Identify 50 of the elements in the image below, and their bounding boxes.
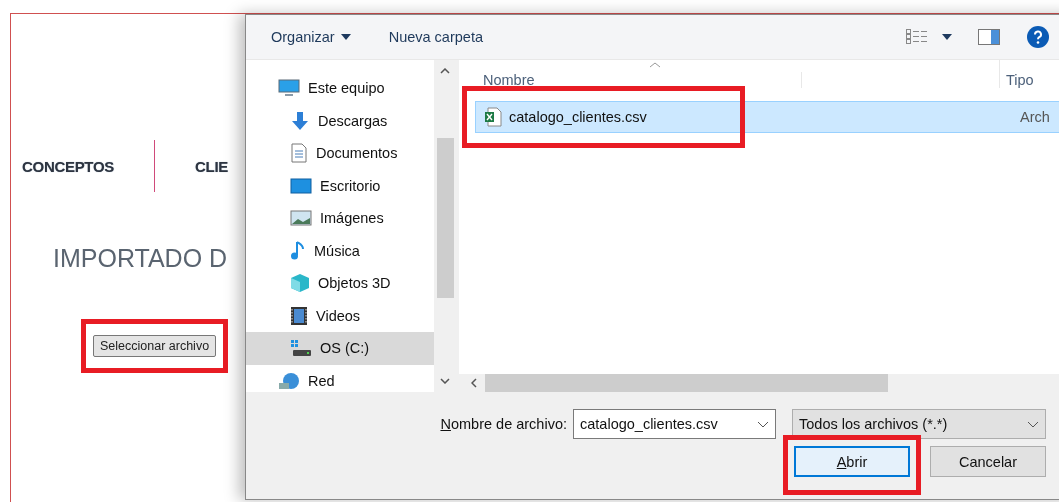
new-folder-button[interactable]: Nueva carpeta <box>388 29 483 45</box>
file-name-label: Nombre de archivo: <box>440 416 567 432</box>
nav-pane-item[interactable]: Documentos <box>246 137 434 170</box>
caret-icon[interactable] <box>942 34 952 40</box>
nav-pane-item[interactable]: OS (C:) <box>246 332 434 365</box>
open-button[interactable]: Abrir <box>794 446 910 477</box>
select-file-button[interactable]: Seleccionar archivo <box>93 335 217 357</box>
file-type-dropdown[interactable]: Todos los archivos (*.*) <box>792 409 1046 439</box>
horizontal-scrollbar[interactable] <box>459 374 1059 392</box>
file-name-field[interactable]: catalogo_clientes.csv <box>573 409 776 439</box>
column-header[interactable]: Nombre <box>459 72 802 88</box>
desktop-icon <box>290 177 312 194</box>
scroll-up-icon[interactable] <box>440 68 450 74</box>
picture-icon <box>290 210 312 227</box>
file-name: catalogo_clientes.csv <box>509 109 647 125</box>
monitor-icon <box>278 79 300 98</box>
organize-menu[interactable]: Organizar <box>271 29 351 45</box>
nav-pane-item[interactable]: Escritorio <box>246 169 434 202</box>
caret-icon[interactable] <box>340 34 351 40</box>
nav-pane-item[interactable]: Objetos 3D <box>246 267 434 300</box>
page-heading: IMPORTADO D <box>53 244 228 273</box>
view-options-icon[interactable] <box>906 29 928 45</box>
file-type: Arch <box>1020 109 1050 125</box>
column-header[interactable]: Tipo <box>1000 72 1034 88</box>
file-row[interactable]: catalogo_clientes.csv Arch <box>475 101 1059 133</box>
down-arrow-icon <box>290 110 310 131</box>
document-icon <box>290 143 308 164</box>
music-note-icon <box>290 240 306 261</box>
preview-pane-icon[interactable] <box>978 29 1000 45</box>
cancel-button[interactable]: Cancelar <box>930 446 1046 477</box>
nav-pane-item[interactable]: Este equipo <box>246 72 434 105</box>
nav-tab[interactable]: CLIE <box>195 157 228 175</box>
nav-pane-item[interactable]: Red <box>246 364 434 392</box>
film-icon <box>290 305 308 326</box>
nav-pane-item[interactable]: Imágenes <box>246 202 434 235</box>
help-icon[interactable] <box>1027 26 1049 48</box>
nav-pane-item[interactable]: Descargas <box>246 104 434 137</box>
nav-pane-item[interactable]: Música <box>246 234 434 267</box>
chevron-down-icon[interactable] <box>757 420 769 428</box>
sort-caret-icon <box>649 62 661 68</box>
nav-tab[interactable]: CONCEPTOS <box>22 157 115 175</box>
vertical-scrollbar[interactable] <box>434 60 456 392</box>
cube-icon <box>290 273 310 294</box>
globe-icon <box>278 371 300 390</box>
drive-icon <box>290 339 312 358</box>
chevron-down-icon[interactable] <box>1027 420 1039 428</box>
scroll-left-icon[interactable] <box>471 378 477 388</box>
scroll-down-icon[interactable] <box>440 378 450 384</box>
nav-pane-item[interactable]: Videos <box>246 299 434 332</box>
spreadsheet-file-icon <box>484 107 502 127</box>
